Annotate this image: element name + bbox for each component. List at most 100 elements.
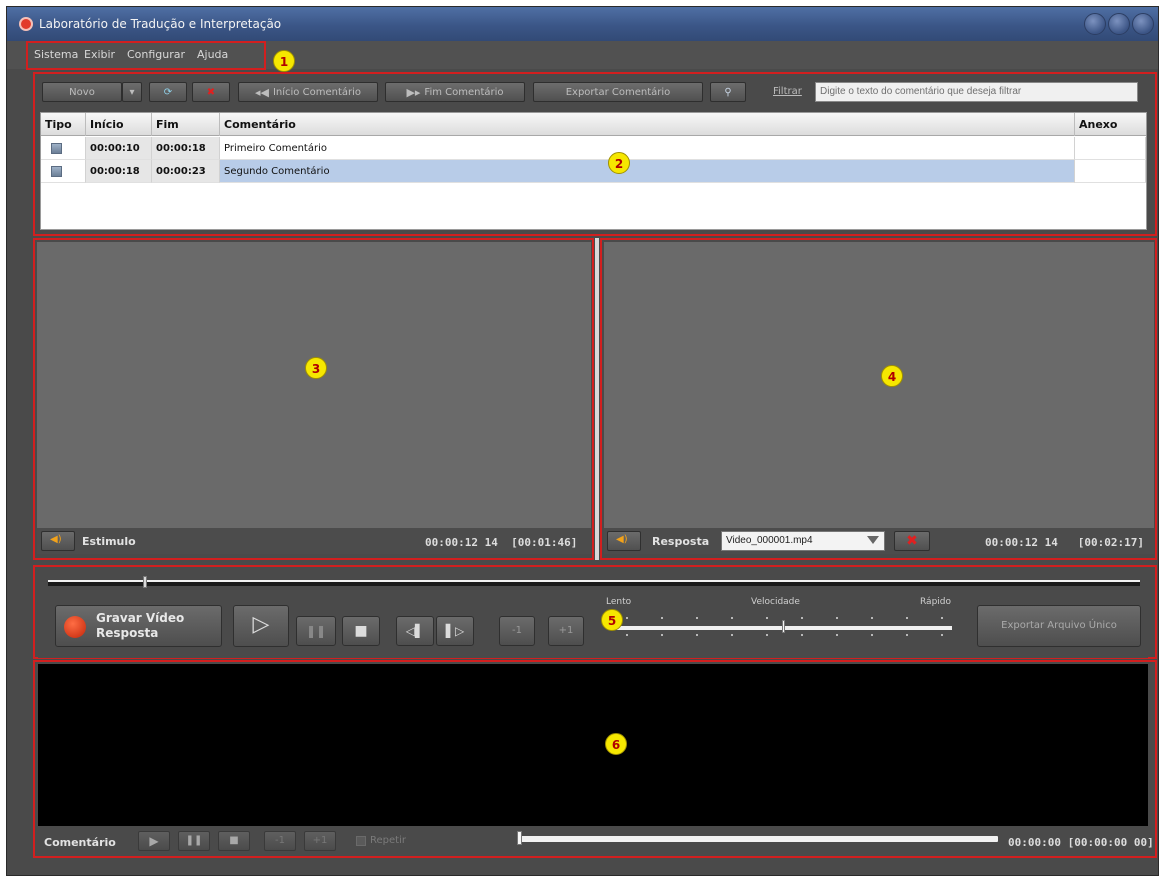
fim-comentario-button[interactable]: ▶▸ Fim Comentário — [385, 82, 525, 102]
seek-bar[interactable] — [48, 580, 1140, 586]
response-speaker-button[interactable] — [607, 531, 641, 551]
delete-comment-button[interactable]: ✖ — [192, 82, 230, 102]
stop-icon: ■ — [354, 623, 368, 639]
delete-icon: ✖ — [906, 533, 918, 549]
plus-one-label: +1 — [558, 625, 574, 636]
new-dropdown-button[interactable]: ▾ — [122, 82, 142, 102]
comment-label: Comentário — [44, 836, 116, 849]
repeat-checkbox[interactable] — [356, 836, 366, 846]
col-anexo[interactable]: Anexo — [1075, 113, 1146, 136]
stimulus-video[interactable] — [37, 242, 591, 528]
table-row[interactable]: 00:00:10 00:00:18 Primeiro Comentário — [41, 137, 1146, 160]
minus-one-button[interactable]: -1 — [499, 616, 535, 646]
record-response-button[interactable]: Gravar Vídeo Resposta — [55, 605, 222, 647]
export-single-label: Exportar Arquivo Único — [1001, 620, 1117, 631]
plus-one-button[interactable]: +1 — [548, 616, 584, 646]
col-comentario[interactable]: Comentário — [220, 113, 1075, 136]
speed-tick — [871, 617, 873, 619]
step-back-icon: ◁▌ — [405, 624, 425, 638]
exportar-comentario-button[interactable]: Exportar Comentário — [533, 82, 703, 102]
title-bar: Laboratório de Tradução e Interpretação — [7, 7, 1158, 41]
comment-type-icon — [51, 166, 62, 177]
fim-comentario-label: Fim Comentário — [424, 86, 504, 98]
dropdown-arrow-icon — [867, 536, 879, 544]
speed-tick — [836, 617, 838, 619]
comment-seek-handle[interactable] — [517, 831, 522, 845]
new-button[interactable]: Novo — [42, 82, 122, 102]
play-icon: ▷ — [252, 612, 270, 637]
zoom-button[interactable]: ⚲ — [710, 82, 746, 102]
response-video[interactable] — [604, 242, 1154, 528]
stimulus-timecode: 00:00:12 14 [00:01:46] — [425, 536, 578, 549]
comment-minus-one-label: -1 — [275, 835, 285, 846]
close-button[interactable] — [1132, 13, 1154, 35]
refresh-button[interactable]: ⟳ — [149, 82, 187, 102]
repeat-label: Repetir — [370, 835, 406, 846]
step-back-button[interactable]: ◁▌ — [396, 616, 434, 646]
annotation-badge-3: 3 — [305, 357, 327, 379]
filter-placeholder: Digite o texto do comentário que deseja … — [820, 86, 1022, 97]
inicio-comentario-button[interactable]: ◂◀ Início Comentário — [238, 82, 378, 102]
row-fim: 00:00:23 — [152, 160, 220, 183]
mark-start-icon: ◂◀ — [254, 85, 269, 99]
play-button[interactable]: ▷ — [233, 605, 289, 647]
exportar-comentario-label: Exportar Comentário — [565, 86, 671, 98]
speed-tick — [941, 634, 943, 636]
panel-divider[interactable] — [595, 238, 599, 560]
stop-button[interactable]: ■ — [342, 616, 380, 646]
comment-plus-one-button[interactable]: +1 — [304, 831, 336, 851]
comment-seek-bar[interactable] — [520, 836, 998, 842]
annotation-badge-6: 6 — [605, 733, 627, 755]
col-tipo[interactable]: Tipo — [41, 113, 86, 136]
annotation-badge-4: 4 — [881, 365, 903, 387]
delete-icon: ✖ — [206, 86, 216, 98]
row-type-cell — [41, 160, 86, 183]
speed-tick — [661, 634, 663, 636]
export-single-file-button[interactable]: Exportar Arquivo Único — [977, 605, 1141, 647]
stimulus-speaker-button[interactable] — [41, 531, 75, 551]
speed-tick — [801, 634, 803, 636]
comment-type-icon — [51, 143, 62, 154]
inicio-comentario-label: Início Comentário — [272, 86, 361, 98]
speed-tick — [731, 634, 733, 636]
seek-handle[interactable] — [143, 576, 147, 588]
comment-minus-one-button[interactable]: -1 — [264, 831, 296, 851]
speed-tick — [661, 617, 663, 619]
filter-input[interactable]: Digite o texto do comentário que deseja … — [815, 82, 1138, 102]
maximize-button[interactable] — [1108, 13, 1130, 35]
speed-slider-handle[interactable] — [782, 620, 785, 633]
col-fim[interactable]: Fim — [152, 113, 220, 136]
table-row-selected[interactable]: 00:00:18 00:00:23 Segundo Comentário — [41, 160, 1146, 183]
app-logo-icon — [19, 17, 33, 31]
comments-table: Tipo Início Fim Comentário Anexo 00:00:1… — [40, 112, 1147, 230]
speed-tick — [906, 617, 908, 619]
record-icon — [64, 616, 86, 638]
zoom-icon: ⚲ — [724, 86, 732, 98]
annotation-badge-1: 1 — [273, 50, 295, 72]
speed-title-label: Velocidade — [751, 597, 800, 607]
step-forward-button[interactable]: ▌▷ — [436, 616, 474, 646]
delete-response-button[interactable]: ✖ — [894, 531, 930, 551]
pause-icon: ❚❚ — [305, 624, 327, 638]
col-inicio[interactable]: Início — [86, 113, 152, 136]
response-file-value: Video_000001.mp4 — [726, 535, 813, 546]
response-file-select[interactable]: Video_000001.mp4 — [721, 531, 885, 551]
comment-play-button[interactable]: ▶ — [138, 831, 170, 851]
comment-video[interactable] — [38, 664, 1148, 826]
speed-tick — [836, 634, 838, 636]
row-inicio: 00:00:10 — [86, 137, 152, 160]
row-anexo — [1075, 137, 1146, 160]
stimulus-label: Estimulo — [82, 535, 136, 548]
comment-stop-button[interactable]: ■ — [218, 831, 250, 851]
speed-tick — [801, 617, 803, 619]
pause-button[interactable]: ❚❚ — [296, 616, 336, 646]
comment-pause-button[interactable]: ❚❚ — [178, 831, 210, 851]
speed-tick — [696, 617, 698, 619]
filter-label: Filtrar — [773, 86, 802, 97]
dropdown-arrow-icon: ▾ — [129, 86, 135, 98]
window-controls — [1084, 13, 1154, 35]
speed-slow-label: Lento — [606, 597, 632, 607]
response-label: Resposta — [652, 535, 710, 548]
minimize-button[interactable] — [1084, 13, 1106, 35]
row-fim: 00:00:18 — [152, 137, 220, 160]
